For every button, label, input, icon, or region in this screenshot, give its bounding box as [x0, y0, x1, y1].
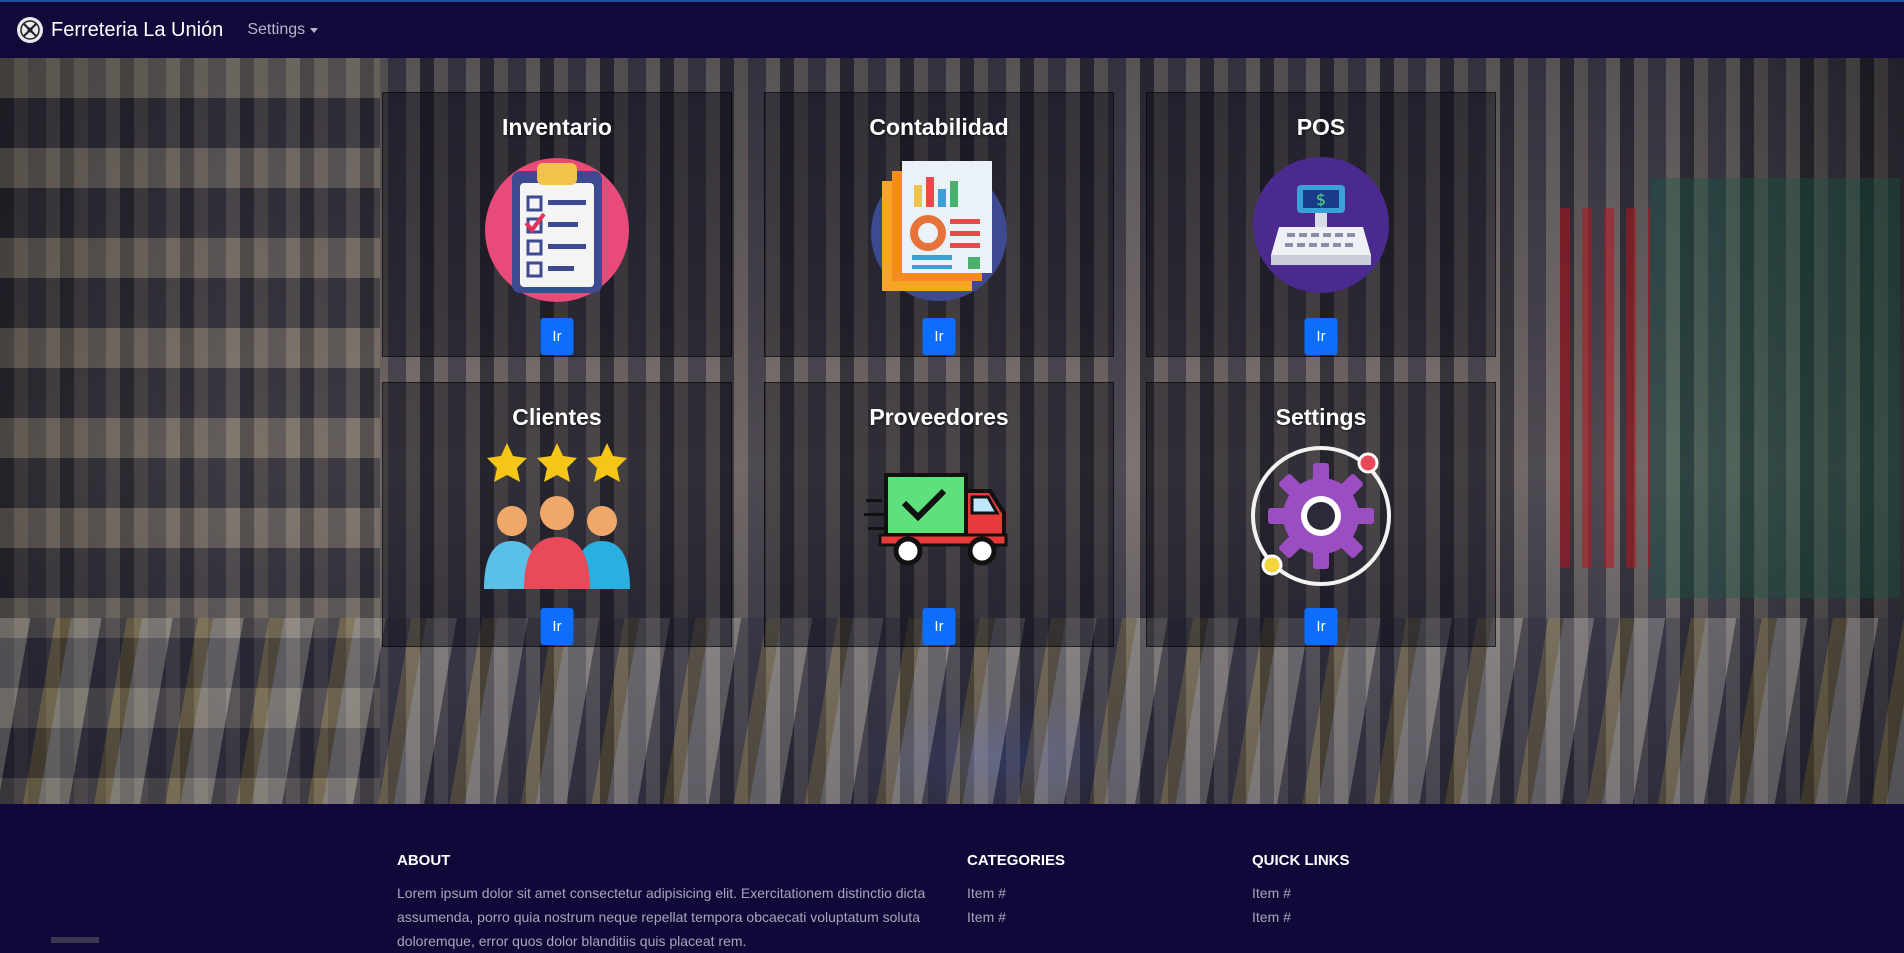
footer-quick-link[interactable]: Item #: [1252, 881, 1350, 905]
module-title: Proveedores: [869, 404, 1009, 430]
module-title: Clientes: [512, 404, 602, 430]
hero-red-items: [1560, 208, 1650, 568]
report-document-icon: [864, 153, 1014, 308]
settings-dropdown-label: Settings: [247, 21, 306, 38]
footer-quick-links: QUICK LINKS Item # Item #: [1252, 852, 1350, 929]
module-card-contabilidad: Contabilidad Ir: [764, 92, 1114, 357]
settings-dropdown[interactable]: Settings: [247, 21, 319, 39]
gear-icon: [1246, 441, 1396, 596]
hero-background: Inventario Ir Contabilidad Ir POS $ Ir C…: [0, 58, 1904, 804]
horizontal-scrollbar[interactable]: [51, 937, 99, 943]
caret-down-icon: [310, 27, 319, 33]
go-button-settings[interactable]: Ir: [1304, 608, 1338, 645]
module-card-inventario: Inventario Ir: [382, 92, 732, 357]
clipboard-checklist-icon: [482, 153, 632, 308]
footer-about: ABOUT Lorem ipsum dolor sit amet consect…: [397, 852, 932, 953]
site-footer: ABOUT Lorem ipsum dolor sit amet consect…: [0, 804, 1904, 949]
module-title: Settings: [1275, 404, 1367, 430]
delivery-truck-icon: [864, 469, 1014, 574]
go-button-inventario[interactable]: Ir: [540, 318, 574, 355]
footer-categories: CATEGORIES Item # Item #: [967, 852, 1065, 929]
module-card-clientes: Clientes Ir: [382, 382, 732, 647]
go-button-clientes[interactable]: Ir: [540, 608, 574, 645]
module-card-settings: Settings Ir: [1146, 382, 1496, 647]
footer-category-link[interactable]: Item #: [967, 905, 1065, 929]
footer-category-link[interactable]: Item #: [967, 881, 1065, 905]
hero-green-wall: [1650, 178, 1900, 598]
footer-about-heading: ABOUT: [397, 852, 451, 869]
go-button-pos[interactable]: Ir: [1304, 318, 1338, 355]
go-button-contabilidad[interactable]: Ir: [922, 318, 956, 355]
module-title: POS: [1296, 114, 1346, 140]
footer-quick-link[interactable]: Item #: [1252, 905, 1350, 929]
footer-categories-heading: CATEGORIES: [967, 852, 1066, 869]
module-card-pos: POS $ Ir: [1146, 92, 1496, 357]
module-title: Inventario: [502, 114, 612, 140]
compass-logo-icon: [17, 17, 43, 43]
brand-name: Ferreteria La Unión: [51, 18, 224, 41]
module-title: Contabilidad: [869, 114, 1009, 140]
customers-rating-icon: [482, 441, 632, 594]
svg-text:$: $: [1316, 190, 1326, 209]
footer-about-text: Lorem ipsum dolor sit amet consectetur a…: [397, 885, 926, 949]
go-button-proveedores[interactable]: Ir: [922, 608, 956, 645]
footer-quick-links-heading: QUICK LINKS: [1252, 852, 1350, 869]
cash-register-icon: $: [1251, 155, 1391, 300]
brand-link[interactable]: Ferreteria La Unión: [17, 17, 223, 43]
top-navbar: Ferreteria La Unión Settings: [0, 0, 1904, 58]
module-card-proveedores: Proveedores Ir: [764, 382, 1114, 647]
